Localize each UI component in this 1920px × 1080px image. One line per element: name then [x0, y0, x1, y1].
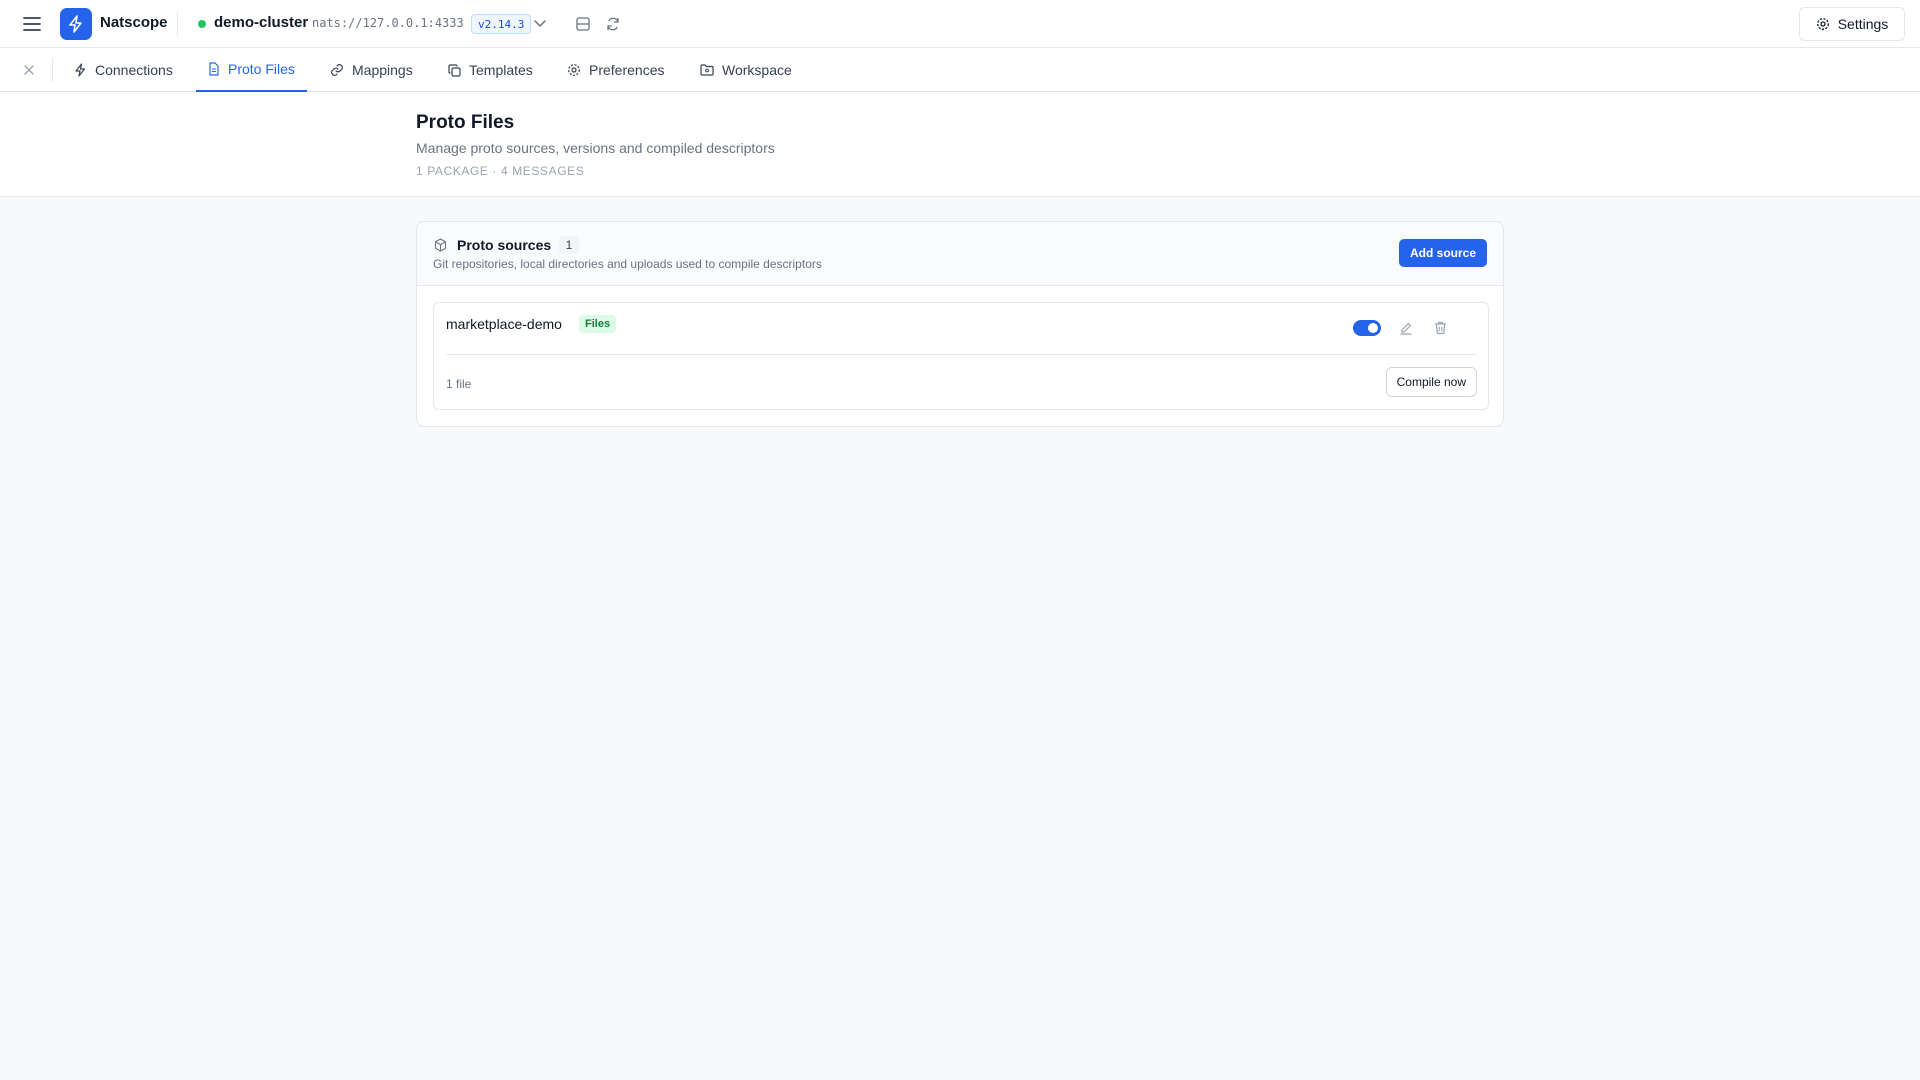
tab-label: Templates	[469, 62, 533, 78]
tab-templates[interactable]: Templates	[436, 48, 545, 92]
toggle-knob	[1368, 323, 1378, 333]
trash-icon[interactable]	[1428, 316, 1452, 340]
tab-mappings[interactable]: Mappings	[318, 48, 425, 92]
top-bar: Natscope demo-cluster nats://127.0.0.1:4…	[0, 0, 1920, 48]
layout-icon[interactable]	[571, 12, 595, 36]
tab-label: Preferences	[589, 62, 665, 78]
page-meta: 1 PACKAGE · 4 MESSAGES	[416, 164, 585, 178]
cluster-name[interactable]: demo-cluster	[214, 14, 308, 31]
page-header: Proto Files Manage proto sources, versio…	[0, 92, 1920, 197]
tab-label: Workspace	[722, 62, 792, 78]
tab-proto-files[interactable]: Proto Files	[196, 48, 307, 92]
tab-bar: Connections Proto Files Mappings Templat…	[0, 48, 1920, 92]
chevron-down-icon[interactable]	[528, 12, 552, 36]
source-item: marketplace-demo Files 1 file Compile no…	[433, 302, 1489, 410]
tab-label: Proto Files	[228, 61, 295, 77]
zap-icon	[75, 63, 86, 77]
add-source-button[interactable]: Add source	[1398, 239, 1487, 267]
count-badge: 1	[559, 236, 579, 254]
source-name: marketplace-demo	[446, 316, 562, 332]
card-header: Proto sources 1 Git repositories, local …	[417, 222, 1503, 286]
item-divider	[446, 354, 1476, 355]
source-enabled-toggle[interactable]	[1353, 320, 1381, 336]
tab-workspace[interactable]: Workspace	[688, 48, 804, 92]
settings-button[interactable]: Settings	[1799, 7, 1905, 41]
source-type-badge: Files	[579, 315, 617, 333]
link-icon	[331, 64, 343, 76]
edit-icon[interactable]	[1394, 316, 1418, 340]
tab-preferences[interactable]: Preferences	[555, 48, 676, 92]
proto-sources-card: Proto sources 1 Git repositories, local …	[416, 221, 1504, 427]
tab-label: Connections	[95, 62, 173, 78]
file-count: 1 file	[446, 377, 472, 391]
menu-icon[interactable]	[18, 12, 46, 36]
package-icon	[434, 238, 447, 257]
folder-icon	[700, 64, 714, 76]
divider	[52, 58, 53, 82]
tab-label: Mappings	[352, 62, 413, 78]
cluster-url: nats://127.0.0.1:4333	[312, 16, 464, 30]
version-badge: v2.14.3	[471, 14, 532, 34]
tab-connections[interactable]: Connections	[62, 48, 185, 92]
card-description: Git repositories, local directories and …	[433, 257, 822, 271]
gear-icon	[568, 64, 580, 76]
refresh-icon[interactable]	[601, 12, 625, 36]
connection-status-dot	[198, 20, 206, 28]
divider	[177, 12, 178, 36]
app-name: Natscope	[100, 14, 168, 31]
gear-icon	[1816, 18, 1829, 30]
page-subtitle: Manage proto sources, versions and compi…	[416, 140, 775, 156]
compile-now-button[interactable]: Compile now	[1385, 367, 1477, 397]
page-title: Proto Files	[416, 112, 515, 133]
copy-icon	[448, 63, 461, 77]
file-icon	[209, 62, 219, 76]
app-logo	[60, 8, 92, 40]
settings-label: Settings	[1837, 16, 1889, 32]
card-title: Proto sources	[457, 237, 552, 253]
close-icon[interactable]	[20, 61, 38, 79]
